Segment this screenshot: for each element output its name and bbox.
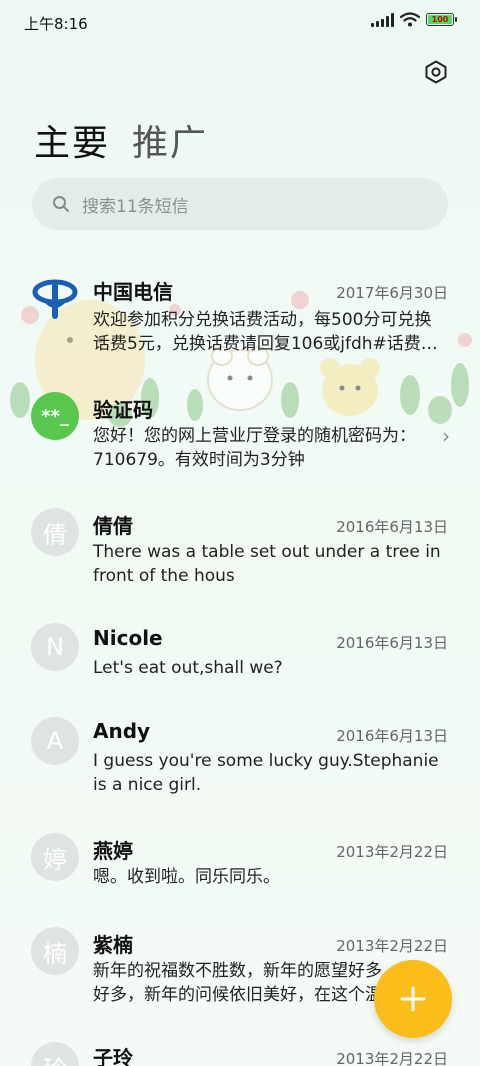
list-item[interactable]: **_ 验证码 您好！您的网上营业厅登录的随机密码为：710679。有效时间为3… <box>0 384 480 474</box>
chevron-right-icon: › <box>442 424 450 448</box>
battery-icon: 100 <box>426 13 457 26</box>
search-input[interactable]: 搜索11条短信 <box>32 178 448 230</box>
message-date: 2016年6月13日 <box>336 727 448 745</box>
message-preview: There was a table set out under a tree i… <box>93 542 441 586</box>
message-preview: Let's eat out,shall we? <box>93 658 283 678</box>
search-placeholder: 搜索11条短信 <box>82 196 189 217</box>
list-item[interactable]: 玲 子玲 2013年2月22日 <box>0 1038 480 1066</box>
list-item[interactable]: 倩 倩倩 2016年6月13日 There was a table set ou… <box>0 502 480 592</box>
sender-name: 倩倩 <box>93 514 133 538</box>
search-icon <box>53 196 69 212</box>
message-preview: 您好！您的网上营业厅登录的随机密码为：710679。有效时间为3分钟 <box>93 426 416 470</box>
tab-bar: 主要 推广 <box>34 114 208 166</box>
sender-name: 中国电信 <box>93 280 173 304</box>
message-date: 2017年6月30日 <box>336 284 448 302</box>
sender-name: 验证码 <box>93 398 153 422</box>
status-bar: 上午8:16 100 <box>0 0 480 46</box>
wifi-icon <box>400 12 420 27</box>
avatar: A <box>31 717 79 765</box>
status-icons: 100 <box>371 12 457 27</box>
list-item[interactable]: N Nicole 2016年6月13日 Let's eat out,shall … <box>0 618 480 688</box>
settings-button[interactable] <box>422 58 450 86</box>
hexagon-settings-icon <box>425 60 447 84</box>
sender-name: 燕婷 <box>93 839 133 863</box>
message-date: 2013年2月22日 <box>336 1050 448 1066</box>
sender-name: Andy <box>93 719 151 743</box>
sender-name: 紫楠 <box>93 933 133 957</box>
message-date: 2013年2月22日 <box>336 937 448 955</box>
plus-icon <box>400 986 426 1012</box>
list-item[interactable]: 中国电信 2017年6月30日 欢迎参加积分兑换话费活动，每500分可兑换话费5… <box>0 266 480 366</box>
avatar: **_ <box>31 392 79 440</box>
tab-promotions[interactable]: 推广 <box>132 114 208 166</box>
avatar: 倩 <box>31 508 79 556</box>
message-date: 2016年6月13日 <box>336 634 448 652</box>
message-date: 2013年2月22日 <box>336 843 448 861</box>
avatar: 楠 <box>31 927 79 975</box>
signal-icon <box>371 12 394 27</box>
message-preview: I guess you're some lucky guy.Stephanie … <box>93 751 439 795</box>
message-preview: 新年的祝福数不胜数，新年的愿望好多好多，新年的问候依旧美好，在这个温馨的 <box>93 961 382 1005</box>
china-telecom-logo-icon <box>31 272 79 320</box>
list-item[interactable]: A Andy 2016年6月13日 I guess you're some lu… <box>0 712 480 802</box>
avatar: 玲 <box>31 1042 79 1066</box>
message-date: 2016年6月13日 <box>336 518 448 536</box>
message-preview: 欢迎参加积分兑换话费活动，每500分可兑换话费5元，兑换话费请回复106或jfd… <box>93 310 438 354</box>
message-preview: 嗯。收到啦。同乐同乐。 <box>93 867 280 887</box>
battery-level: 100 <box>431 15 449 24</box>
status-time: 上午8:16 <box>24 15 88 33</box>
sender-name: Nicole <box>93 626 163 650</box>
list-item[interactable]: 婷 燕婷 2013年2月22日 嗯。收到啦。同乐同乐。 <box>0 828 480 898</box>
new-message-button[interactable] <box>374 960 452 1038</box>
tab-primary[interactable]: 主要 <box>34 114 110 166</box>
avatar: N <box>31 623 79 671</box>
sender-name: 子玲 <box>93 1046 133 1066</box>
avatar: 婷 <box>31 833 79 881</box>
